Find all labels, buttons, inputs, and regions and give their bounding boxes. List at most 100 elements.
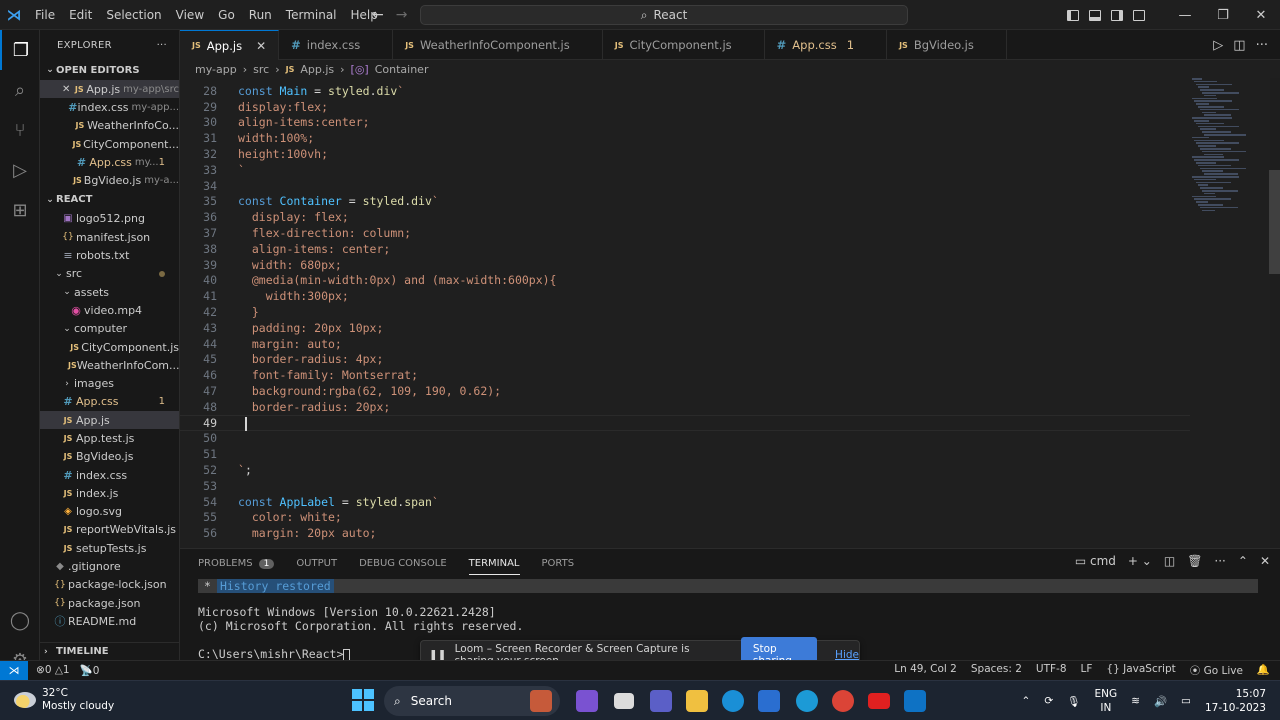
menu-view[interactable]: View bbox=[169, 0, 211, 30]
tab-citycomponent-js[interactable]: JS CityComponent.js bbox=[603, 30, 765, 60]
open-editor-item[interactable]: JS CityComponent... bbox=[40, 135, 179, 153]
menu-go[interactable]: Go bbox=[211, 0, 242, 30]
close-icon[interactable]: ✕ bbox=[40, 84, 72, 95]
language-indicator[interactable]: ENG IN bbox=[1095, 687, 1118, 715]
file-item[interactable]: # index.css bbox=[40, 466, 179, 484]
explorer-icon[interactable]: ❐ bbox=[0, 30, 40, 70]
chrome-icon[interactable] bbox=[832, 690, 854, 712]
code-line[interactable]: 49 bbox=[180, 414, 1190, 431]
minimize-button[interactable]: — bbox=[1166, 0, 1204, 30]
breadcrumb-item[interactable]: src bbox=[253, 63, 269, 76]
panel-tab-terminal[interactable]: TERMINAL bbox=[468, 552, 520, 575]
file-item[interactable]: ◈ logo.svg bbox=[40, 503, 179, 521]
open-editor-item[interactable]: JS BgVideo.js my-a... bbox=[40, 171, 179, 189]
new-terminal-icon[interactable]: + ⌄ bbox=[1128, 554, 1152, 568]
code-line[interactable]: 56 margin: 20px auto; bbox=[180, 525, 1190, 541]
code-line[interactable]: 32 height:100vh; bbox=[180, 146, 1190, 162]
back-arrow-icon[interactable]: ← bbox=[372, 0, 384, 30]
panel-tab-ports[interactable]: PORTS bbox=[542, 558, 575, 569]
close-icon[interactable]: ✕ bbox=[256, 39, 266, 53]
file-explorer-icon[interactable] bbox=[686, 690, 708, 712]
code-line[interactable]: 48 border-radius: 20px; bbox=[180, 399, 1190, 415]
store-icon[interactable] bbox=[758, 690, 780, 712]
search-activity-icon[interactable]: ⌕ bbox=[0, 70, 40, 110]
code-line[interactable]: 45 border-radius: 4px; bbox=[180, 352, 1190, 368]
code-line[interactable]: 55 color: white; bbox=[180, 510, 1190, 526]
code-line[interactable]: 40 @media(min-width:0px) and (max-width:… bbox=[180, 273, 1190, 289]
toggle-panel-icon[interactable] bbox=[1084, 0, 1106, 30]
more-actions-icon[interactable]: ··· bbox=[1214, 554, 1225, 568]
code-line[interactable]: 44 margin: auto; bbox=[180, 336, 1190, 352]
run-debug-icon[interactable]: ▷ bbox=[0, 150, 40, 190]
copilot-icon[interactable] bbox=[576, 690, 598, 712]
file-item[interactable]: {} package.json bbox=[40, 594, 179, 612]
folder-item[interactable]: ⌄ assets bbox=[40, 283, 179, 301]
timeline-section[interactable]: › TIMELINE bbox=[40, 642, 179, 660]
open-editor-item[interactable]: ✕ JS App.js my-app\src bbox=[40, 80, 179, 99]
wifi-icon[interactable]: ≋ bbox=[1131, 695, 1140, 707]
more-actions-icon[interactable]: ··· bbox=[1256, 38, 1268, 53]
file-item[interactable]: # App.css 1 bbox=[40, 393, 179, 411]
code-line[interactable]: 37 flex-direction: column; bbox=[180, 225, 1190, 241]
go-live[interactable]: ⦿ Go Live bbox=[1190, 663, 1243, 678]
tab-app-css[interactable]: # App.css 1 bbox=[765, 30, 888, 60]
extensions-icon[interactable]: ⊞ bbox=[0, 190, 40, 230]
file-item[interactable]: JS index.js bbox=[40, 484, 179, 502]
code-line[interactable]: 52 `; bbox=[180, 462, 1190, 478]
encoding[interactable]: UTF-8 bbox=[1036, 663, 1067, 678]
breadcrumb-item[interactable]: Container bbox=[375, 63, 429, 76]
chrome-canary-icon[interactable] bbox=[796, 690, 818, 712]
folder-item[interactable]: ⌄ src bbox=[40, 265, 179, 283]
maximize-panel-icon[interactable]: ⌃ bbox=[1238, 554, 1248, 568]
tab-app-js[interactable]: JS App.js ✕ bbox=[180, 30, 280, 60]
vscode-taskbar-icon[interactable] bbox=[904, 690, 926, 712]
code-line[interactable]: 47 background:rgba(62, 109, 190, 0.62); bbox=[180, 383, 1190, 399]
file-item[interactable]: ▣ logo512.png bbox=[40, 210, 179, 228]
open-editor-item[interactable]: # index.css my-app... bbox=[40, 98, 179, 116]
cursor-position[interactable]: Ln 49, Col 2 bbox=[894, 663, 957, 678]
indentation[interactable]: Spaces: 2 bbox=[971, 663, 1022, 678]
folder-item[interactable]: ⌄ computer bbox=[40, 320, 179, 338]
panel-tab-debug-console[interactable]: DEBUG CONSOLE bbox=[359, 558, 447, 569]
notifications-bell-icon[interactable]: 🔔 bbox=[1257, 663, 1270, 678]
code-line[interactable]: 51 bbox=[180, 446, 1190, 462]
file-item[interactable]: ≡ robots.txt bbox=[40, 246, 179, 264]
file-item[interactable]: ◆ .gitignore bbox=[40, 557, 179, 575]
open-editors-section[interactable]: ⌄ OPEN EDITORS bbox=[40, 60, 179, 80]
code-line[interactable]: 38 align-items: center; bbox=[180, 241, 1190, 257]
file-item[interactable]: JS CityComponent.js bbox=[40, 338, 179, 356]
show-hidden-icons-icon[interactable]: ⌃ bbox=[1022, 695, 1031, 707]
file-item[interactable]: JS App.js bbox=[40, 411, 179, 430]
file-item[interactable]: JS WeatherInfoCom... bbox=[40, 356, 179, 374]
close-window-button[interactable]: ✕ bbox=[1242, 0, 1280, 30]
source-control-icon[interactable]: ⑂ bbox=[0, 110, 40, 150]
close-panel-icon[interactable]: ✕ bbox=[1260, 554, 1270, 568]
toggle-sidebar-icon[interactable] bbox=[1062, 0, 1084, 30]
menu-terminal[interactable]: Terminal bbox=[279, 0, 344, 30]
toggle-secondary-sidebar-icon[interactable] bbox=[1106, 0, 1128, 30]
file-item[interactable]: {} package-lock.json bbox=[40, 576, 179, 594]
file-item[interactable]: {} manifest.json bbox=[40, 228, 179, 246]
code-line[interactable]: 33 ` bbox=[180, 162, 1190, 178]
more-actions-icon[interactable]: ··· bbox=[157, 40, 167, 51]
code-line[interactable]: 39 width: 680px; bbox=[180, 257, 1190, 273]
tab-index-css[interactable]: # index.css bbox=[279, 30, 394, 60]
code-line[interactable]: 50 bbox=[180, 431, 1190, 447]
split-editor-icon[interactable]: ◫ bbox=[1233, 38, 1245, 53]
file-item[interactable]: JS reportWebVitals.js bbox=[40, 521, 179, 539]
eol[interactable]: LF bbox=[1081, 663, 1093, 678]
file-item[interactable]: JS App.test.js bbox=[40, 429, 179, 447]
code-line[interactable]: 54 const AppLabel = styled.span` bbox=[180, 494, 1190, 510]
code-line[interactable]: 30 align-items:center; bbox=[180, 115, 1190, 131]
code-line[interactable]: 41 width:300px; bbox=[180, 288, 1190, 304]
problems-status[interactable]: ⊗0 △1 bbox=[36, 664, 70, 677]
kill-terminal-icon[interactable]: 🗑 bbox=[1187, 554, 1202, 568]
language-mode[interactable]: {} JavaScript bbox=[1106, 663, 1175, 678]
customize-layout-icon[interactable] bbox=[1128, 0, 1150, 30]
windows-start-icon[interactable] bbox=[352, 689, 374, 711]
code-line[interactable]: 34 bbox=[180, 178, 1190, 194]
youtube-icon[interactable] bbox=[868, 693, 890, 709]
maximize-button[interactable]: ❐ bbox=[1204, 0, 1242, 30]
code-line[interactable]: 42 } bbox=[180, 304, 1190, 320]
code-line[interactable]: 46 font-family: Montserrat; bbox=[180, 367, 1190, 383]
